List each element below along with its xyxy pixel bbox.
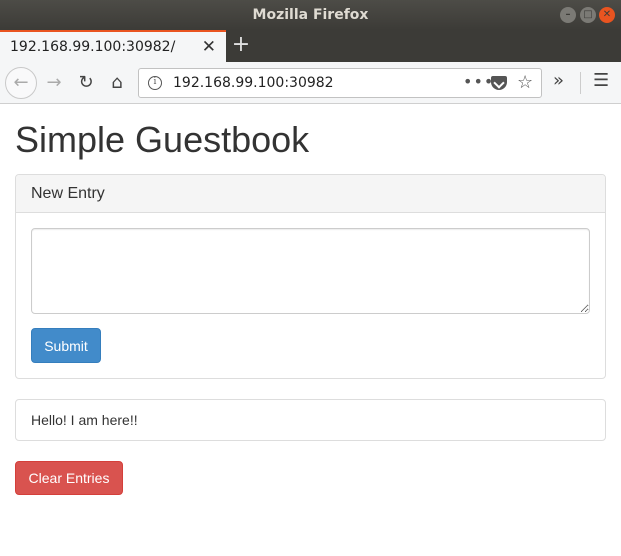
new-tab-button[interactable]: + xyxy=(230,32,252,58)
bookmark-star-icon[interactable]: ☆ xyxy=(517,72,533,93)
minimize-button[interactable]: – xyxy=(560,7,576,23)
close-window-button[interactable]: ✕ xyxy=(599,7,615,23)
tab-label: 192.168.99.100:30982/ xyxy=(10,39,176,55)
overflow-menu-icon[interactable]: » xyxy=(553,70,564,91)
forward-button[interactable]: → xyxy=(40,70,68,96)
hamburger-menu-icon[interactable]: ☰ xyxy=(593,70,609,91)
url-bar[interactable]: i 192.168.99.100:30982 ••• ☆ xyxy=(138,68,542,98)
home-button[interactable]: ⌂ xyxy=(103,70,131,96)
new-entry-panel: New Entry Submit xyxy=(15,174,606,379)
tab-close-icon[interactable]: ✕ xyxy=(202,37,216,57)
panel-heading: New Entry xyxy=(16,175,605,213)
tab-strip: 192.168.99.100:30982/ ✕ + xyxy=(0,30,621,62)
window-title: Mozilla Firefox xyxy=(252,7,369,23)
url-text[interactable]: 192.168.99.100:30982 xyxy=(173,75,334,91)
clear-entries-button[interactable]: Clear Entries xyxy=(15,461,123,495)
back-button[interactable]: ← xyxy=(5,67,37,99)
reload-button[interactable]: ↻ xyxy=(72,70,100,96)
tab-active[interactable]: 192.168.99.100:30982/ ✕ xyxy=(0,30,226,62)
page-actions-icon[interactable]: ••• xyxy=(463,72,494,91)
submit-button[interactable]: Submit xyxy=(31,328,101,363)
page-title: Simple Guestbook xyxy=(15,119,310,160)
maximize-button[interactable]: □ xyxy=(580,7,596,23)
entry-textarea[interactable] xyxy=(31,228,590,314)
nav-toolbar: ← → ↻ ⌂ i 192.168.99.100:30982 ••• ☆ » ☰ xyxy=(0,62,621,104)
page-content: Simple Guestbook New Entry Submit Hello!… xyxy=(0,105,621,556)
window-titlebar: Mozilla Firefox – □ ✕ xyxy=(0,0,621,30)
entry-item: Hello! I am here!! xyxy=(31,412,138,428)
pocket-icon[interactable] xyxy=(491,76,507,90)
entries-list: Hello! I am here!! xyxy=(15,399,606,441)
site-info-icon[interactable]: i xyxy=(148,76,162,90)
toolbar-separator xyxy=(580,72,581,94)
